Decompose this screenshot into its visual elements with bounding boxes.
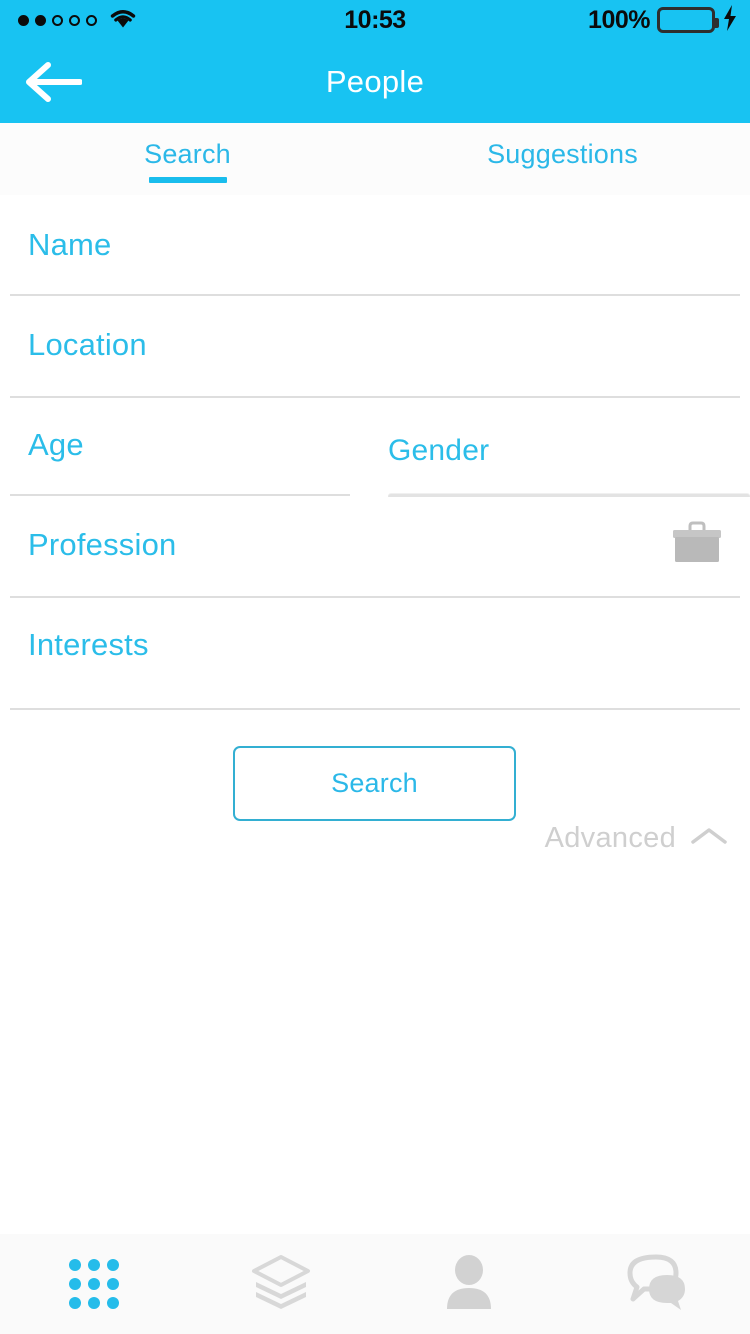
tab-bar: Search Suggestions: [0, 123, 750, 195]
advanced-label: Advanced: [544, 822, 676, 854]
advanced-toggle[interactable]: Advanced: [545, 822, 728, 855]
status-bar-right: 100%: [588, 4, 738, 36]
field-name-label: Name: [28, 227, 112, 262]
tab-active-indicator: [148, 177, 227, 183]
field-interests[interactable]: Interests: [0, 595, 750, 710]
chevron-up-icon: [690, 825, 728, 852]
app-screen: 10:53 100% People Search Suggestions Nam…: [0, 0, 750, 1334]
status-bar: 10:53 100%: [0, 0, 750, 40]
field-profession[interactable]: Profession: [0, 495, 750, 598]
field-name[interactable]: Name: [0, 195, 750, 296]
tab-search-label: Search: [144, 139, 231, 169]
app-header: People: [0, 40, 750, 123]
search-button[interactable]: Search: [233, 746, 516, 821]
tab-suggestions[interactable]: Suggestions: [375, 123, 750, 195]
nav-item-grid[interactable]: [0, 1234, 188, 1334]
battery-full-icon: [657, 7, 719, 33]
battery-percent-label: 100%: [588, 5, 650, 34]
page-title: People: [325, 63, 425, 99]
nav-item-layers[interactable]: [188, 1234, 376, 1334]
nav-item-profile[interactable]: [375, 1234, 563, 1334]
grid-icon: [68, 1259, 119, 1309]
field-location[interactable]: Location: [0, 295, 750, 398]
briefcase-icon: [671, 521, 723, 570]
chat-bubbles-icon: [623, 1253, 689, 1316]
lightning-bolt-icon: [722, 4, 738, 36]
search-form: Name Location Age Gender Profession Inte…: [0, 195, 750, 710]
field-gender-label[interactable]: Gender: [388, 434, 489, 468]
tab-search[interactable]: Search: [0, 123, 375, 195]
layers-icon: [250, 1254, 312, 1315]
person-icon: [444, 1254, 494, 1314]
field-age-label[interactable]: Age: [28, 427, 84, 463]
tab-suggestions-label: Suggestions: [487, 139, 638, 169]
bottom-navigation: [0, 1234, 750, 1334]
search-button-label: Search: [331, 768, 418, 798]
field-profession-label: Profession: [28, 527, 177, 562]
field-interests-label: Interests: [28, 627, 149, 662]
field-row-age-gender: Age Gender: [0, 395, 750, 497]
field-interests-underline: [10, 708, 740, 710]
field-location-label: Location: [28, 327, 147, 362]
nav-item-messages[interactable]: [563, 1234, 750, 1334]
